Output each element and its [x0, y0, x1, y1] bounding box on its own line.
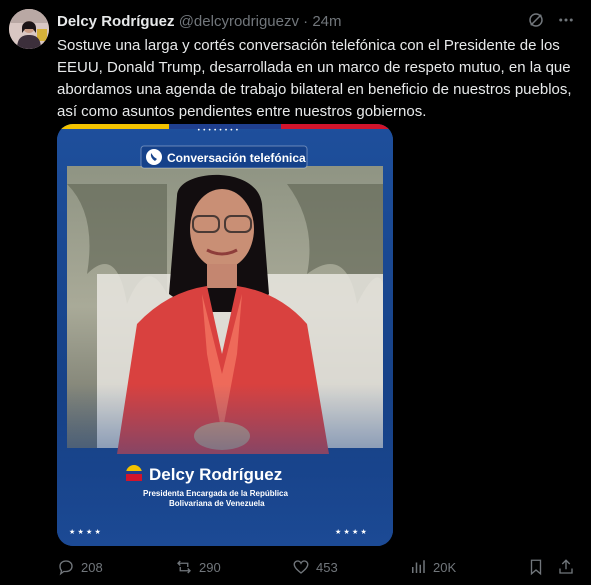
- author-handle[interactable]: @delcyrodriguezv: [179, 13, 299, 30]
- author-name[interactable]: Delcy Rodríguez: [57, 13, 175, 30]
- tweet-media[interactable]: Conversación telefónica Delcy Rodríguez …: [57, 124, 393, 546]
- repost-button[interactable]: 290: [175, 558, 221, 576]
- avatar[interactable]: [9, 9, 49, 49]
- media-subtitle-2: Bolivariana de Venezuela: [169, 499, 265, 508]
- media-dots: • • • • • • • •: [197, 127, 239, 134]
- reply-button[interactable]: 208: [57, 558, 103, 576]
- repost-icon: [175, 558, 193, 576]
- reply-icon: [57, 558, 75, 576]
- like-count: 453: [316, 559, 338, 575]
- tweet-header: Delcy Rodríguez @delcyrodriguezv · 24m: [57, 13, 342, 30]
- share-button[interactable]: [557, 558, 575, 576]
- grok-icon[interactable]: [527, 11, 545, 29]
- more-icon[interactable]: [557, 11, 575, 29]
- bookmark-icon: [527, 558, 545, 576]
- views-button[interactable]: 20K: [409, 558, 456, 576]
- share-icon: [557, 558, 575, 576]
- views-icon: [409, 558, 427, 576]
- views-count: 20K: [433, 559, 457, 575]
- badge-text: Conversación telefónica: [167, 151, 306, 165]
- tweet-time[interactable]: 24m: [312, 13, 341, 30]
- like-button[interactable]: 453: [292, 558, 338, 576]
- media-stars-left: ★ ★ ★ ★: [69, 528, 101, 536]
- media-stars-right: ★ ★ ★ ★: [335, 528, 367, 536]
- bookmark-button[interactable]: [527, 558, 545, 576]
- like-icon: [292, 558, 310, 576]
- tweet-text: Sostuve una larga y cortés conversación …: [57, 37, 572, 120]
- reply-count: 208: [81, 559, 103, 575]
- header-actions: [527, 11, 575, 29]
- media-image: Conversación telefónica Delcy Rodríguez …: [57, 124, 393, 546]
- media-name: Delcy Rodríguez: [149, 465, 282, 484]
- avatar-image: [9, 9, 49, 49]
- repost-count: 290: [199, 559, 221, 575]
- media-subtitle-1: Presidenta Encargada de la República: [143, 489, 288, 498]
- action-bar: 208 290 453 20K: [57, 558, 577, 578]
- time-separator: ·: [303, 13, 309, 30]
